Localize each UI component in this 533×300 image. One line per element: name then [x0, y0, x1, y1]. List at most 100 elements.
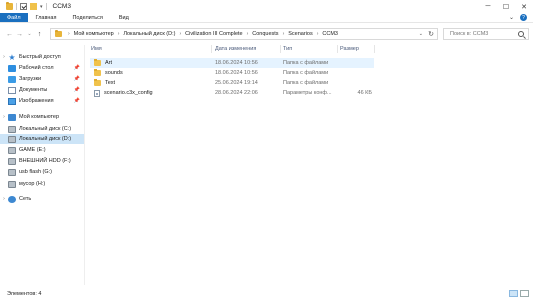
computer-icon	[8, 113, 16, 121]
expand-icon[interactable]: ›	[0, 114, 8, 120]
drive-icon	[8, 157, 16, 165]
large-icons-view-icon[interactable]	[520, 290, 529, 297]
nav-drive-c[interactable]: Локальный диск (C:)	[0, 124, 71, 134]
item-count: Элементов: 4	[7, 291, 42, 297]
drive-icon	[8, 135, 16, 143]
search-icon	[518, 31, 524, 37]
breadcrumb-ccm3[interactable]: CCM3	[322, 31, 338, 37]
chevron-right-icon[interactable]: ›	[68, 31, 70, 37]
drive-icon	[8, 125, 16, 133]
back-button[interactable]: ←	[5, 29, 14, 39]
help-icon[interactable]: ?	[520, 14, 527, 21]
tab-file[interactable]: Файл	[0, 13, 28, 22]
new-folder-icon[interactable]	[30, 3, 37, 10]
drive-icon	[8, 146, 16, 154]
column-divider[interactable]	[280, 45, 281, 53]
nav-drive-g[interactable]: usb flash (G:)	[0, 167, 52, 177]
chevron-right-icon[interactable]: ›	[317, 31, 319, 37]
pin-icon: 📌	[73, 76, 80, 82]
nav-label: Мой компьютер	[19, 114, 60, 120]
chevron-right-icon[interactable]: ›	[283, 31, 285, 37]
tab-home[interactable]: Главная	[28, 13, 65, 22]
column-header-date[interactable]: Дата изменения	[215, 45, 256, 53]
address-dropdown-icon[interactable]: ⌄	[419, 31, 423, 37]
nav-quick-access[interactable]: › ★ Быстрый доступ	[0, 52, 61, 62]
refresh-icon[interactable]: ↻	[428, 30, 434, 38]
nav-downloads[interactable]: Загрузки 📌	[0, 74, 84, 84]
file-name: sounds	[105, 70, 123, 76]
breadcrumb-scenarios[interactable]: Scenarios	[288, 31, 312, 37]
expand-icon[interactable]: ›	[0, 54, 8, 60]
breadcrumb-computer[interactable]: Мой компьютер	[74, 31, 114, 37]
nav-drive-f[interactable]: ВНЕШНИЙ HDD (F:)	[0, 156, 71, 166]
folder-icon	[6, 2, 13, 10]
column-divider[interactable]	[337, 45, 338, 53]
minimize-button[interactable]: ─	[479, 0, 497, 13]
customize-toolbar-icon[interactable]: ▾	[40, 4, 43, 10]
file-date: 25.06.2024 19:14	[215, 80, 258, 86]
column-header-size[interactable]: Размер	[340, 45, 359, 53]
table-row[interactable]: Text 25.06.2024 19:14 Папка с файлами	[90, 78, 374, 88]
column-header-type[interactable]: Тип	[283, 45, 292, 53]
ribbon-tabs: Файл Главная Поделиться Вид ⌄ ?	[0, 13, 533, 23]
nav-drive-d[interactable]: Локальный диск (D:)	[0, 134, 84, 144]
nav-computer[interactable]: › Мой компьютер	[0, 112, 59, 122]
expand-ribbon-icon[interactable]: ⌄	[509, 14, 514, 21]
expand-icon[interactable]: ›	[0, 196, 8, 202]
pin-icon: 📌	[73, 98, 80, 104]
search-input[interactable]: Поиск в: CCM3	[443, 28, 529, 40]
breadcrumb-civ3[interactable]: Civilization III Complete	[185, 31, 242, 37]
maximize-button[interactable]: ☐	[497, 0, 515, 13]
tab-view[interactable]: Вид	[111, 13, 137, 22]
recent-locations-button[interactable]: ⌄	[25, 29, 34, 39]
nav-label: Сеть	[19, 196, 32, 202]
details-view-icon[interactable]	[509, 290, 518, 297]
file-type: Папка с файлами	[283, 60, 329, 66]
nav-drive-e[interactable]: GAME (E:)	[0, 145, 46, 155]
chevron-right-icon[interactable]: ›	[118, 31, 120, 37]
up-button[interactable]: ↑	[35, 29, 44, 39]
chevron-right-icon[interactable]: ›	[247, 31, 249, 37]
nav-label: GAME (E:)	[19, 147, 46, 153]
properties-icon[interactable]	[20, 3, 27, 10]
nav-documents[interactable]: Документы 📌	[0, 85, 84, 95]
config-file-icon	[94, 89, 100, 97]
title-bar: ▾ CCM3 ─ ☐ ✕	[0, 0, 533, 13]
close-button[interactable]: ✕	[515, 0, 533, 13]
breadcrumb-conquests[interactable]: Conquests	[252, 31, 278, 37]
window-title: CCM3	[52, 3, 71, 10]
file-name: scenario.c3x_config	[104, 90, 153, 96]
breadcrumb-drive-d[interactable]: Локальный диск (D:)	[123, 31, 175, 37]
table-row[interactable]: sounds 18.06.2024 10:56 Папка с файлами	[90, 68, 374, 78]
column-header-name[interactable]: Имя	[91, 45, 102, 53]
ribbon-right: ⌄ ?	[509, 13, 533, 22]
nav-drive-h[interactable]: мусор (H:)	[0, 179, 45, 189]
file-date: 18.06.2024 10:56	[215, 70, 258, 76]
pane-divider[interactable]	[84, 45, 85, 285]
pictures-icon	[8, 97, 16, 105]
folder-icon	[94, 69, 101, 76]
star-icon: ★	[8, 52, 16, 62]
file-list: Имя Дата изменения Тип Размер Art 18.06.…	[86, 45, 533, 285]
table-row[interactable]: Art 18.06.2024 10:56 Папка с файлами	[90, 58, 374, 68]
search-placeholder: Поиск в: CCM3	[450, 31, 489, 37]
documents-icon	[8, 86, 16, 94]
folder-icon	[94, 79, 101, 86]
column-divider[interactable]	[374, 45, 375, 53]
table-row[interactable]: scenario.c3x_config 28.06.2024 22:06 Пар…	[90, 88, 374, 98]
address-bar[interactable]: › Мой компьютер › Локальный диск (D:) › …	[50, 28, 438, 40]
file-size	[342, 58, 372, 68]
column-divider[interactable]	[211, 45, 212, 53]
nav-network[interactable]: › Сеть	[0, 194, 31, 204]
downloads-icon	[8, 75, 16, 83]
nav-pictures[interactable]: Изображения 📌	[0, 96, 84, 106]
file-date: 18.06.2024 10:56	[215, 60, 258, 66]
file-size	[342, 68, 372, 78]
nav-desktop[interactable]: Рабочий стол 📌	[0, 63, 84, 73]
nav-label: Рабочий стол	[19, 65, 54, 71]
quick-access-toolbar: ▾	[0, 2, 47, 10]
forward-button[interactable]: →	[15, 29, 24, 39]
drive-icon	[8, 168, 16, 176]
chevron-right-icon[interactable]: ›	[179, 31, 181, 37]
tab-share[interactable]: Поделиться	[64, 13, 110, 22]
